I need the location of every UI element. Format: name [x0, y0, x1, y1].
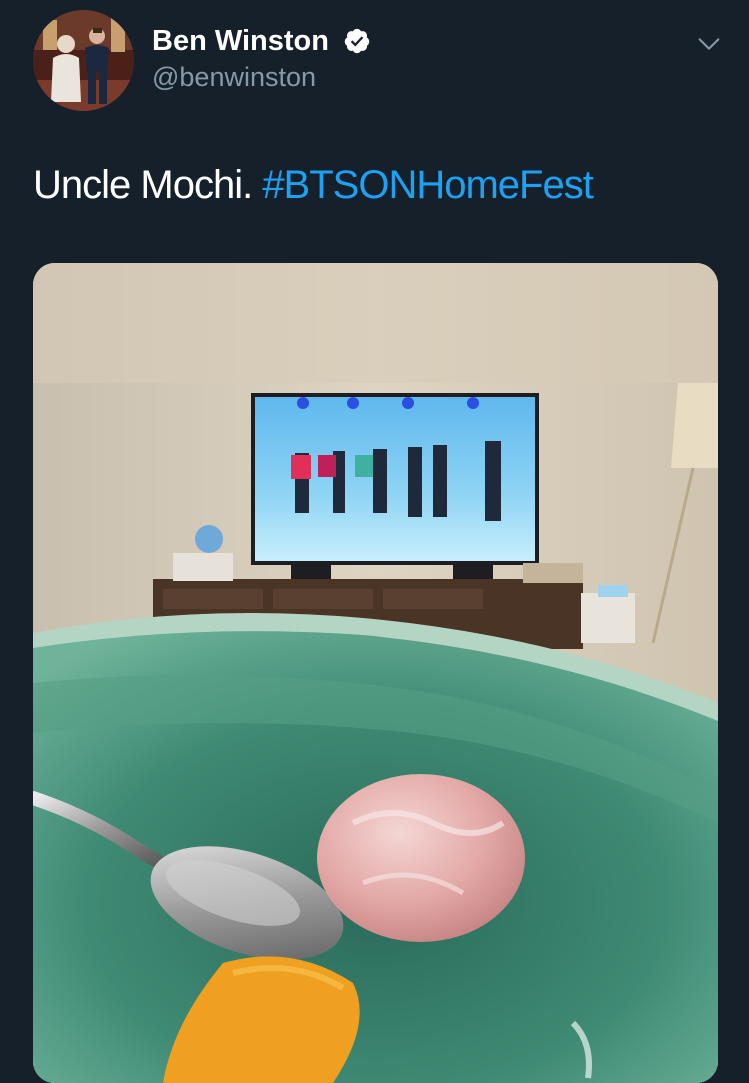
- chevron-down-icon[interactable]: [695, 30, 723, 58]
- verified-badge-icon: [344, 28, 370, 54]
- tweet-media-photo[interactable]: [33, 263, 718, 1083]
- avatar[interactable]: [33, 10, 134, 111]
- display-name[interactable]: Ben Winston: [152, 24, 329, 58]
- photo-image: [33, 263, 718, 1083]
- tweet-text: Uncle Mochi. #BTSONHomeFest: [33, 160, 594, 210]
- avatar-image: [33, 10, 134, 111]
- tweet-text-plain: Uncle Mochi.: [33, 163, 263, 207]
- username-handle[interactable]: @benwinston: [152, 61, 316, 93]
- hashtag-link[interactable]: #BTSONHomeFest: [262, 163, 594, 207]
